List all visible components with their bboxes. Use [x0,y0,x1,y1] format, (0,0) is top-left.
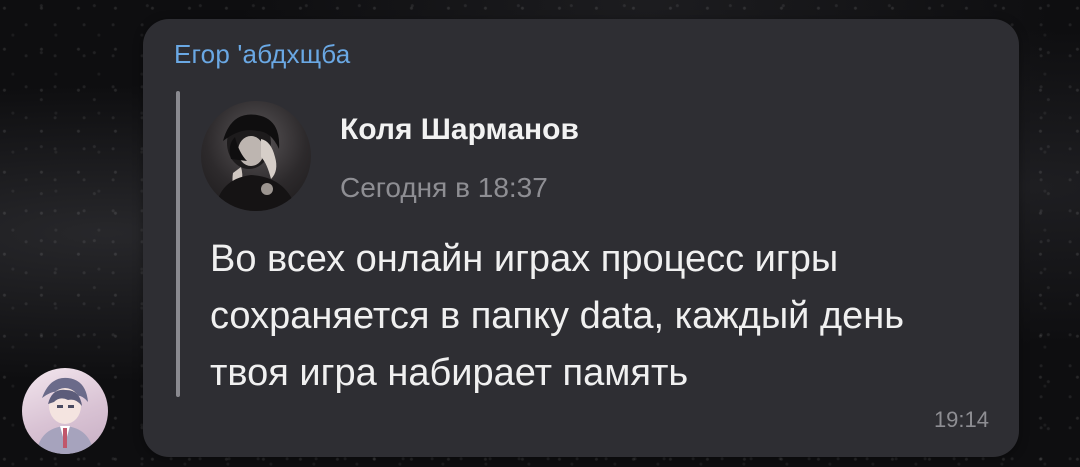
forwarded-author-avatar[interactable] [201,101,311,211]
message-bubble[interactable]: Егор 'абдхщба Коля Шарманов Сегодня в 18… [143,19,1019,457]
sender-avatar[interactable] [22,368,108,454]
message-text: Во всех онлайн играх процесс игры сохран… [210,238,905,394]
photo-avatar-icon [215,114,297,211]
forwarded-date: Сегодня в 18:37 [340,172,548,203]
message-timestamp: 19:14 [933,407,989,432]
forwarded-author-name[interactable]: Коля Шарманов [340,113,579,147]
sender-name[interactable]: Егор 'абдхщба [174,39,350,70]
anime-avatar-icon [36,377,94,454]
forward-quote-bar [176,91,180,397]
